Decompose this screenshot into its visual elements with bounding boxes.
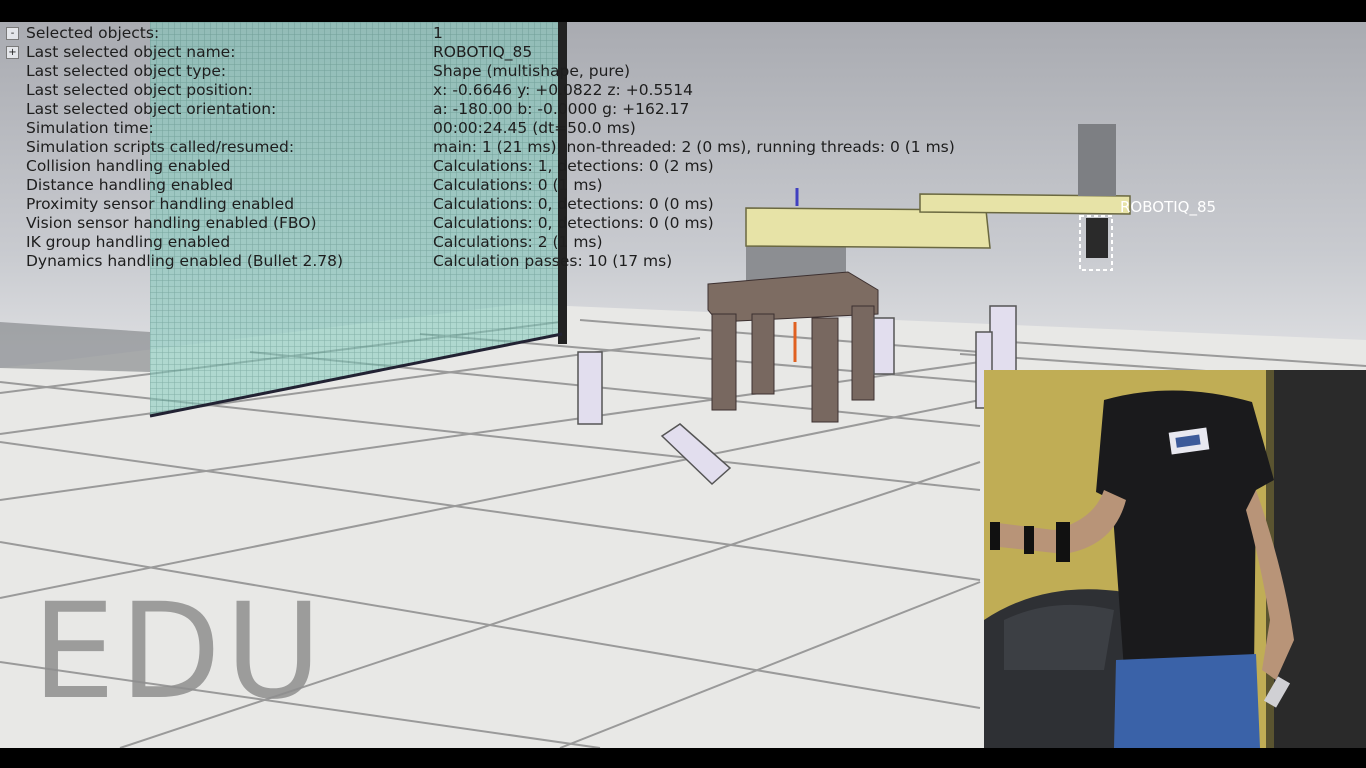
info-label: Dynamics handling enabled (Bullet 2.78) (26, 252, 344, 270)
webcam-armband (990, 522, 1000, 550)
table-leg (751, 313, 775, 395)
collapse-toggle-icon[interactable]: - (6, 27, 19, 40)
webcam-door (1272, 370, 1366, 748)
block[interactable] (873, 317, 895, 375)
info-label: Proximity sensor handling enabled (26, 195, 295, 213)
info-value: Calculation passes: 10 (17 ms) (433, 252, 673, 270)
table-leg (811, 317, 839, 423)
table-leg (851, 305, 875, 401)
info-value: Calculations: 0 (1 ms) (433, 176, 603, 194)
gripper-body (1086, 218, 1108, 258)
info-label: Collision handling enabled (26, 157, 231, 175)
info-value: main: 1 (21 ms), non-threaded: 2 (0 ms),… (433, 138, 955, 156)
webcam-armband (1056, 522, 1070, 562)
webcam-armband (1024, 526, 1034, 554)
top-letterbox (0, 0, 1366, 22)
gripper-label: ROBOTIQ_85 (1120, 198, 1216, 217)
info-label: Selected objects: (26, 24, 160, 42)
info-value: 00:00:24.45 (dt=50.0 ms) (433, 119, 636, 137)
info-label: Vision sensor handling enabled (FBO) (26, 214, 317, 232)
info-value: ROBOTIQ_85 (433, 43, 533, 61)
info-overlay: - Selected objects: 1 + Last selected ob… (4, 24, 984, 286)
info-value: Calculations: 2 (1 ms) (433, 233, 603, 251)
info-value: a: -180.00 b: -0.0000 g: +162.17 (433, 100, 690, 118)
info-label: Last selected object name: (26, 43, 236, 61)
info-value: Calculations: 1, detections: 0 (2 ms) (433, 157, 714, 175)
info-value: x: -0.6646 y: +0.0822 z: +0.5514 (433, 81, 693, 99)
robot-arm-column (1078, 124, 1116, 196)
table-leg (711, 313, 737, 411)
expand-toggle-icon[interactable]: + (6, 46, 19, 59)
webcam-inset (984, 370, 1366, 748)
block[interactable] (577, 351, 603, 425)
info-label: IK group handling enabled (26, 233, 231, 251)
info-label: Simulation scripts called/resumed: (26, 138, 295, 156)
info-label: Distance handling enabled (26, 176, 234, 194)
info-value: Calculations: 0, detections: 0 (0 ms) (433, 214, 714, 232)
info-value: Calculations: 0, detections: 0 (0 ms) (433, 195, 714, 213)
edu-watermark: EDU (32, 575, 326, 729)
back-shadow (0, 322, 150, 372)
simulation-viewport[interactable]: ROBOTIQ_85 - Selected objects: 1 + Last … (0, 22, 1366, 748)
info-value: Shape (multishape, pure) (433, 62, 631, 80)
info-label: Last selected object orientation: (26, 100, 277, 118)
bottom-letterbox (0, 748, 1366, 768)
info-label: Last selected object position: (26, 81, 253, 99)
block[interactable] (989, 305, 1017, 373)
webcam-chair-back (1004, 604, 1114, 670)
info-label: Last selected object type: (26, 62, 227, 80)
info-value: 1 (433, 24, 443, 42)
info-label: Simulation time: (26, 119, 154, 137)
webcam-person-jeans (1114, 654, 1260, 748)
